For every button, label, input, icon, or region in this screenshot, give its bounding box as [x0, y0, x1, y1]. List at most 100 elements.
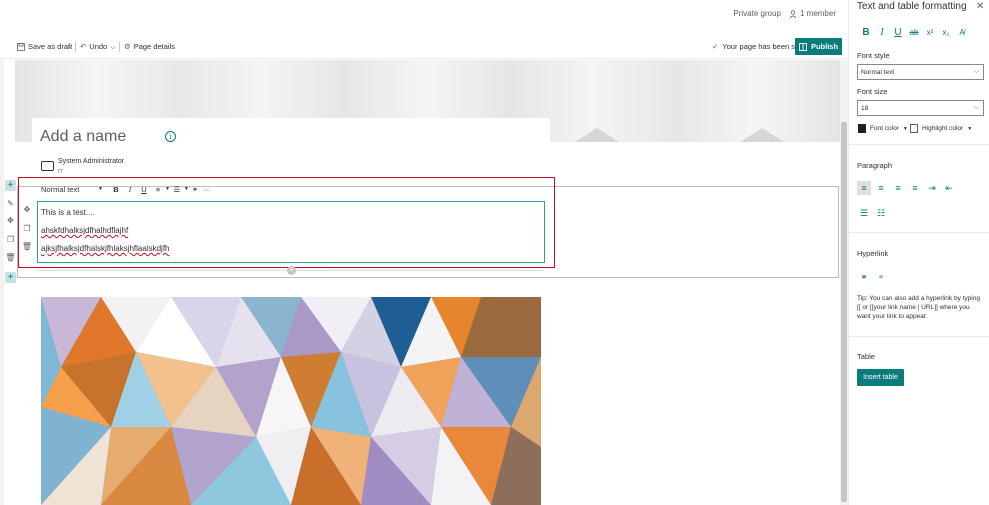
page-details-label: Page details: [133, 42, 176, 51]
indent-icon[interactable]: ⇥: [925, 181, 939, 195]
divider: [848, 232, 989, 233]
dropdown-caret-icon[interactable]: ▼: [98, 186, 103, 192]
divider: [848, 336, 989, 337]
font-color-button[interactable]: Font color ▼: [858, 124, 908, 133]
text-line[interactable]: ahskfdhalksjdfhalhdflajhf: [41, 226, 128, 235]
align-right-icon[interactable]: ≡: [891, 181, 905, 195]
insert-table-label: Insert table: [863, 374, 898, 381]
add-section-plus-icon[interactable]: +: [5, 180, 16, 191]
duplicate-webpart-icon[interactable]: ❐: [22, 223, 32, 233]
more-options-icon[interactable]: ···: [201, 185, 213, 194]
move-section-icon[interactable]: ✥: [5, 215, 16, 226]
style-dropdown[interactable]: Normal text: [36, 185, 98, 194]
text-line[interactable]: This is a test....: [41, 208, 95, 217]
text-line[interactable]: ajksjfhalksjdfhalskjfhlaksjhflaalskdjfh: [41, 244, 170, 253]
page-title-input[interactable]: Add a name: [40, 128, 126, 146]
scrollbar-thumb[interactable]: [841, 122, 847, 502]
chevron-down-icon: ⌵: [973, 68, 979, 75]
caret-down-icon: ▼: [902, 125, 908, 132]
remove-link-icon[interactable]: ⚭: [874, 270, 888, 284]
font-style-dropdown[interactable]: Normal text ⌵: [857, 64, 984, 80]
save-chevron-icon[interactable]: ⌵: [66, 42, 72, 52]
hyperlink-label: Hyperlink: [857, 249, 889, 258]
publish-button[interactable]: Publish: [795, 38, 842, 55]
align-icon[interactable]: ≡: [151, 185, 165, 194]
delete-section-icon[interactable]: 🗑: [5, 252, 16, 263]
font-style-value: Normal text: [861, 69, 895, 76]
undo-icon: ↶: [80, 42, 87, 51]
font-color-label: Font color: [870, 125, 899, 132]
highlight-color-label: Highlight color: [922, 125, 964, 132]
rte-toolbar: Normal text ▼ B I U ≡ ▼ ☰ ▼ ⚭ ···: [36, 182, 213, 196]
member-count-label: 1 member: [799, 9, 836, 18]
duplicate-section-icon[interactable]: ❐: [5, 234, 16, 245]
divider: [119, 42, 120, 52]
banner-shape: [740, 128, 784, 142]
author-avatar: [41, 161, 54, 171]
banner-shape: [575, 128, 619, 142]
undo-button[interactable]: ↶ Undo: [80, 42, 107, 51]
italic-icon[interactable]: I: [123, 185, 137, 194]
info-icon[interactable]: i: [165, 131, 176, 142]
bold-icon[interactable]: B: [109, 185, 123, 194]
style-dropdown-label: Normal text: [41, 184, 80, 194]
underline-icon[interactable]: U: [892, 27, 904, 38]
move-webpart-icon[interactable]: ✥: [22, 204, 32, 214]
alignment-buttons: ≡ ≡ ≡ ≡ ⇥ ⇤: [857, 181, 956, 195]
undo-chevron-icon[interactable]: ⌵: [110, 42, 116, 52]
checkmark-icon: ✓: [712, 42, 719, 51]
link-icon[interactable]: ⚭: [189, 185, 201, 194]
bold-icon[interactable]: B: [860, 27, 872, 38]
underline-icon[interactable]: U: [137, 185, 151, 194]
undo-label: Undo: [89, 42, 108, 51]
save-draft-button[interactable]: Save as draft: [17, 42, 72, 51]
font-size-value: 18: [861, 105, 869, 112]
author-name: System Administrator: [58, 158, 125, 165]
page-details-button[interactable]: ⚙ Page details: [124, 42, 175, 51]
superscript-icon[interactable]: x²: [924, 28, 936, 37]
align-center-icon[interactable]: ≡: [874, 181, 888, 195]
font-color-swatch: [858, 124, 866, 133]
member-count[interactable]: 1 member: [789, 9, 836, 18]
author-dept: IT: [58, 169, 63, 175]
highlight-color-button[interactable]: Highlight color ▼: [910, 124, 972, 133]
italic-icon[interactable]: I: [876, 27, 888, 38]
edit-section-icon[interactable]: ✎: [5, 198, 16, 209]
close-icon[interactable]: ✕: [976, 1, 984, 12]
divider: [848, 144, 989, 145]
add-webpart-plus-icon[interactable]: +: [287, 266, 296, 275]
subscript-icon[interactable]: x₂: [940, 28, 952, 37]
add-section-bottom-plus-icon[interactable]: +: [5, 272, 16, 283]
align-left-icon[interactable]: ≡: [857, 181, 871, 195]
group-privacy: Private group: [733, 9, 781, 18]
divider: [75, 42, 76, 52]
top-bar: Private group 1 member: [0, 0, 848, 30]
font-size-label: Font size: [857, 87, 888, 96]
caret-down-icon: ▼: [967, 125, 973, 132]
gear-icon: ⚙: [124, 42, 131, 51]
font-style-label: Font style: [857, 51, 890, 60]
numbered-list-icon[interactable]: ☷: [874, 206, 888, 220]
outdent-icon[interactable]: ⇤: [942, 181, 956, 195]
list-buttons: ☰ ☷: [857, 206, 888, 220]
highlight-color-swatch: [910, 124, 918, 133]
hyperlink-tip: Tip: You can also add a hyperlink by typ…: [857, 295, 980, 321]
insert-link-icon[interactable]: ⚭: [857, 270, 871, 284]
clear-formatting-icon[interactable]: A̸: [956, 28, 968, 37]
publish-icon: [799, 42, 807, 51]
paragraph-label: Paragraph: [857, 161, 893, 170]
font-size-dropdown[interactable]: 18 ⌵: [857, 100, 984, 116]
bullet-list-icon[interactable]: ☰: [857, 206, 871, 220]
publish-label: Publish: [810, 42, 839, 51]
justify-icon[interactable]: ≡: [908, 181, 922, 195]
list-icon[interactable]: ☰: [170, 185, 184, 194]
group-info: Private group 1 member: [733, 9, 836, 18]
person-icon: [789, 9, 797, 18]
delete-webpart-icon[interactable]: 🗑: [22, 241, 32, 251]
insert-table-button[interactable]: Insert table: [857, 369, 904, 386]
pane-title: Text and table formatting: [857, 1, 967, 12]
table-label: Table: [857, 352, 875, 361]
hyperlink-buttons: ⚭ ⚭: [857, 270, 888, 284]
strikethrough-icon[interactable]: ab: [908, 28, 920, 37]
geometric-image[interactable]: [41, 297, 541, 505]
